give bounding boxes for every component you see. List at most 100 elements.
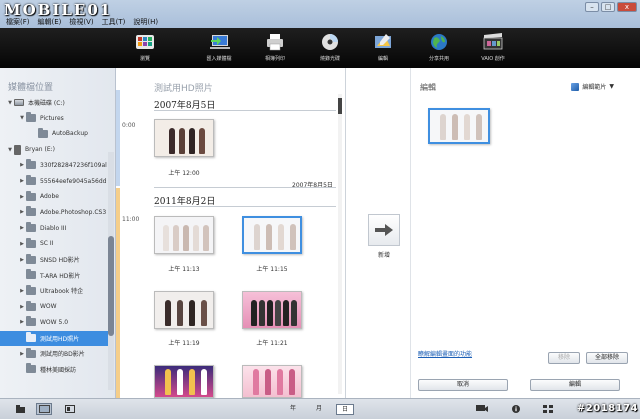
folder-tree-item[interactable]: ▼ Pictures — [0, 111, 110, 126]
photo-thumbnail-selected[interactable] — [242, 216, 302, 254]
expand-arrow-icon[interactable]: ▶ — [18, 162, 26, 168]
date-divider — [154, 110, 336, 111]
expand-arrow-icon[interactable]: ▶ — [18, 241, 26, 247]
info-button[interactable] — [508, 403, 524, 415]
sidebar-scrollbar-thumb[interactable] — [108, 236, 114, 336]
arrow-right-icon — [375, 224, 393, 236]
folder-tree-label: WOW — [40, 303, 57, 311]
album-select[interactable]: 編輯範片 ▼ — [571, 82, 614, 91]
expand-arrow-icon[interactable]: ▶ — [18, 194, 26, 200]
folder-tree-item-selected[interactable]: 測試用HD照片 — [0, 330, 110, 346]
close-button[interactable]: x — [617, 2, 637, 12]
period-year[interactable]: 年 — [284, 404, 302, 415]
menu-file[interactable]: 檔案(F) — [6, 17, 30, 27]
folder-icon — [26, 347, 36, 358]
photo-timeline-panel: 測試用HD照片 0:00 2007年8月5日 上午 12:00 2007年8月5… — [116, 68, 346, 398]
remove-button[interactable]: 移除 — [548, 352, 580, 364]
menu-view[interactable]: 檢視(V) — [69, 17, 93, 27]
maximize-button[interactable]: □ — [601, 2, 615, 12]
photo-thumbnail[interactable] — [154, 365, 214, 398]
period-day[interactable]: 日 — [336, 404, 354, 415]
timeline-scrollbar[interactable] — [338, 94, 342, 394]
selected-photo-thumbnail[interactable] — [428, 108, 490, 144]
expand-arrow-icon[interactable]: ▶ — [18, 304, 26, 310]
folder-view-button[interactable] — [12, 403, 28, 415]
menu-bar: 檔案(F) 編輯(E) 檢視(V) 工具(T) 說明(H) — [6, 17, 158, 27]
folder-tree-item[interactable]: ▼ Bryan (E:) — [0, 142, 110, 157]
edit-toolbar-button[interactable]: 編輯 — [355, 32, 411, 62]
photo-thumbnail[interactable] — [154, 291, 214, 329]
print-button[interactable]: 相簿列印 — [247, 32, 303, 62]
menu-edit[interactable]: 編輯(E) — [38, 17, 62, 27]
folder-tree-item[interactable]: ▶ Adobe — [0, 189, 110, 204]
vaio-create-button[interactable]: VAIO 創作 — [465, 32, 521, 62]
folder-tree-item[interactable]: ▶ 55564eefe9045a56dd — [0, 174, 110, 189]
menu-help[interactable]: 說明(H) — [133, 17, 158, 27]
minimize-button[interactable]: – — [585, 2, 599, 12]
expand-arrow-icon[interactable]: ▶ — [18, 178, 26, 184]
collapse-arrow-icon[interactable]: ▼ — [6, 100, 14, 106]
folder-tree-label: 本機磁碟 (C:) — [28, 100, 65, 107]
folder-tree-item[interactable]: ▶ Adobe.Photoshop.CS3 — [0, 205, 110, 220]
folder-tree-item[interactable]: T-ARA HD影片 — [0, 268, 110, 283]
import-media-button[interactable]: 匯入媒體檔 — [191, 32, 247, 62]
display-options-button[interactable] — [474, 403, 490, 415]
photo-thumbnail[interactable] — [154, 216, 214, 254]
browse-button[interactable]: 瀏覽 — [117, 32, 173, 62]
remove-all-button[interactable]: 全部移除 — [586, 352, 628, 364]
folder-tree-item[interactable]: 種林美國採訪 — [0, 362, 110, 377]
folder-icon — [26, 190, 36, 201]
cancel-button[interactable]: 取消 — [418, 379, 508, 391]
burn-disc-button[interactable]: 燒錄光碟 — [302, 32, 358, 62]
folder-tree-item[interactable]: ▶ Diablo III — [0, 221, 110, 236]
expand-arrow-icon[interactable]: ▶ — [18, 209, 26, 215]
folder-tree-label: SC II — [40, 240, 54, 248]
folder-tree-item[interactable]: ▶ Ultrabook 特企 — [0, 283, 110, 298]
menu-tools[interactable]: 工具(T) — [102, 17, 126, 27]
folder-tree-item[interactable]: ▶ SC II — [0, 236, 110, 251]
folder-tree-item[interactable]: ▶ 測試用的BD影片 — [0, 346, 110, 361]
folder-title: 測試用HD照片 — [154, 84, 213, 94]
drive-icon — [14, 99, 24, 106]
add-button[interactable] — [368, 214, 400, 246]
timeline-band — [116, 90, 120, 186]
collapse-arrow-icon[interactable]: ▼ — [6, 147, 14, 153]
folder-tree-item[interactable]: ▶ SNSD HD影片 — [0, 252, 110, 267]
thumbnail-size-button[interactable] — [540, 403, 556, 415]
expand-arrow-icon[interactable]: ▶ — [18, 319, 26, 325]
grid-view-icon — [38, 405, 50, 413]
edit-button[interactable]: 編輯 — [530, 379, 620, 391]
folder-tree-item[interactable]: ▶ WOW — [0, 299, 110, 314]
collapse-arrow-icon[interactable]: ▼ — [18, 115, 26, 121]
folder-tree-label: Bryan (E:) — [25, 146, 56, 154]
folder-icon — [26, 363, 36, 374]
photo-caption: 上午 11:15 — [256, 266, 288, 273]
thumbnail-view-button[interactable] — [36, 403, 52, 415]
folder-tree-item[interactable]: ▶ 330f282847236f109al — [0, 158, 110, 173]
photo-thumbnail[interactable] — [242, 365, 302, 398]
folder-tree-item[interactable]: ▶ WOW 5.0 — [0, 315, 110, 330]
expand-arrow-icon[interactable]: ▶ — [18, 257, 26, 263]
folder-tree-item[interactable]: AutoBackup — [0, 126, 110, 141]
timeline-band — [116, 188, 120, 398]
expand-arrow-icon[interactable]: ▶ — [18, 288, 26, 294]
folder-icon — [26, 253, 36, 264]
small-grid-icon — [543, 405, 553, 413]
learn-edit-link[interactable]: 瞭解編輯畫面的功能 — [418, 349, 472, 358]
expand-arrow-icon[interactable]: ▶ — [18, 351, 26, 357]
folder-tree-label: AutoBackup — [52, 130, 88, 138]
share-button[interactable]: 分享共用 — [411, 32, 467, 62]
photo-caption: 上午 11:19 — [168, 340, 200, 347]
expand-arrow-icon[interactable]: ▶ — [18, 225, 26, 231]
folder-icon — [26, 284, 36, 295]
photo-thumbnail[interactable] — [154, 119, 214, 157]
photo-thumbnail[interactable] — [242, 291, 302, 329]
folder-tree-label: Diablo III — [40, 224, 67, 232]
preview-view-button[interactable] — [62, 403, 78, 415]
edit-panel: 新增 編輯 編輯範片 ▼ 瞭解編輯畫面的功能 移除 全部移除 取消 編輯 — [346, 68, 640, 398]
time-label: 11:00 — [122, 216, 140, 223]
folder-tree-item[interactable]: ▼ 本機磁碟 (C:) — [0, 95, 110, 110]
period-month[interactable]: 月 — [310, 404, 328, 415]
timeline-scrollbar-thumb[interactable] — [338, 98, 342, 114]
folder-tree-label: 種林美國採訪 — [40, 366, 77, 374]
